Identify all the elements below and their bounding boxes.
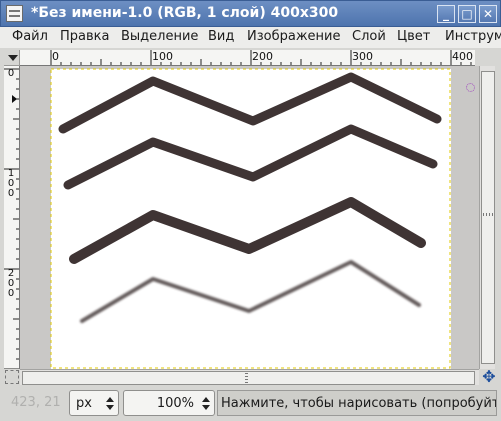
- hruler-label: 400: [452, 50, 473, 63]
- vertical-scrollbar[interactable]: [479, 66, 495, 369]
- vertical-ruler[interactable]: 0 100 200: [4, 66, 20, 369]
- app-icon[interactable]: [6, 5, 23, 22]
- title-bar[interactable]: *Без имени-1.0 (RGB, 1 слой) 400x300 _ □…: [0, 0, 501, 27]
- navigate-move-icon[interactable]: ✥: [481, 369, 497, 385]
- vertical-ruler-ticks: [4, 68, 19, 369]
- vruler-label: 0: [7, 68, 15, 79]
- image-layer: [51, 69, 451, 369]
- vruler-label: 200: [7, 268, 15, 299]
- menu-file[interactable]: Файл: [12, 29, 48, 44]
- menu-colors[interactable]: Цвет: [397, 29, 430, 44]
- hruler-label: 300: [352, 50, 373, 63]
- zoom-spinner-icon[interactable]: [202, 397, 210, 411]
- navigation-dot-icon: [466, 83, 475, 92]
- window-title: *Без имени-1.0 (RGB, 1 слой) 400x300: [31, 5, 339, 21]
- scroll-grip-icon: [245, 373, 248, 383]
- zoom-selector[interactable]: 100%: [123, 390, 215, 416]
- menu-image[interactable]: Изображение: [247, 29, 340, 44]
- vertical-scrollbar-thumb[interactable]: [481, 71, 495, 364]
- zoom-value: 100%: [156, 396, 194, 411]
- hruler-label: 100: [152, 50, 173, 63]
- horizontal-ruler[interactable]: 0 100 200 300 400: [20, 50, 475, 66]
- minimize-button[interactable]: _: [437, 5, 455, 23]
- status-message-text: Нажмите, чтобы нарисовать (попробуйте Sh…: [221, 396, 496, 411]
- status-message: Нажмите, чтобы нарисовать (попробуйте Sh…: [217, 390, 497, 416]
- hruler-label: 0: [52, 50, 59, 63]
- horizontal-ruler-ticks: [50, 50, 472, 65]
- menu-tools[interactable]: Инструм: [445, 29, 501, 44]
- hruler-label: 200: [252, 50, 273, 63]
- menu-layer[interactable]: Слой: [352, 29, 386, 44]
- pointer-coordinates: 423, 21: [11, 395, 61, 410]
- unit-selector[interactable]: px: [69, 390, 119, 416]
- horizontal-scrollbar[interactable]: [20, 369, 479, 385]
- menu-select[interactable]: Выделение: [121, 29, 198, 44]
- horizontal-scrollbar-thumb[interactable]: [22, 371, 475, 385]
- vruler-pointer-marker: [12, 95, 17, 103]
- menu-edit[interactable]: Правка: [60, 29, 109, 44]
- unit-spinner-icon[interactable]: [106, 397, 114, 411]
- image-canvas[interactable]: [20, 66, 479, 369]
- close-button[interactable]: ✕: [479, 5, 497, 23]
- ruler-corner-menu-button[interactable]: [4, 50, 20, 66]
- maximize-button[interactable]: □: [458, 5, 476, 23]
- quick-mask-toggle-icon[interactable]: [5, 370, 19, 384]
- menu-bar: Файл Правка Выделение Вид Изображение Сл…: [0, 27, 501, 48]
- unit-value: px: [76, 396, 92, 411]
- scroll-grip-icon: [483, 213, 493, 216]
- status-bar: 423, 21 px 100% Нажмите, чтобы нарисоват…: [0, 388, 501, 418]
- drawing-surface[interactable]: [20, 66, 479, 369]
- menu-view[interactable]: Вид: [208, 29, 234, 44]
- vruler-label: 100: [7, 168, 15, 199]
